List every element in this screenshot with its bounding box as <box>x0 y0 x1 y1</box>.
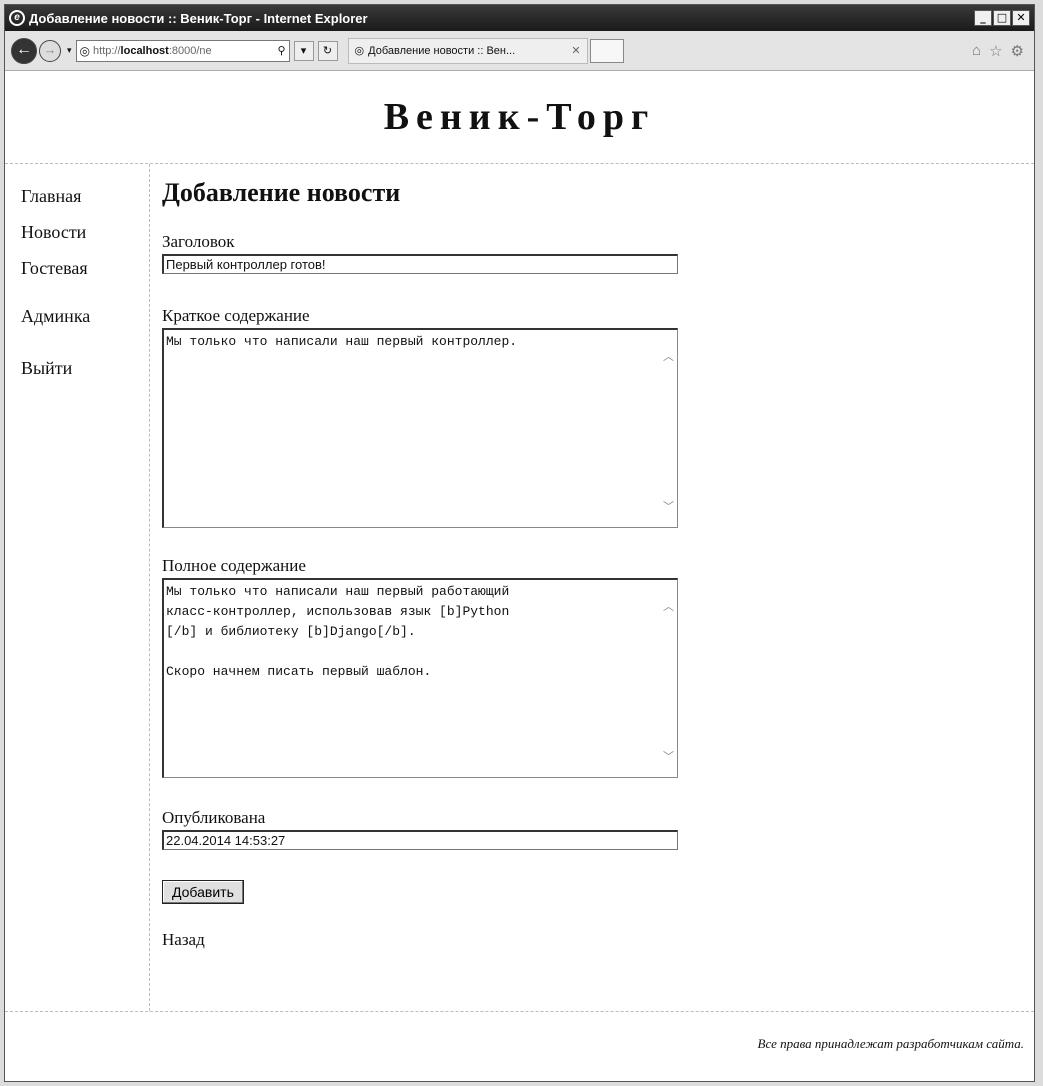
navigation-bar: ← → ▾ ◎ http://localhost:8000/ne ⚲ ▾ ↻ ◎… <box>5 31 1034 71</box>
sidebar-item-guestbook[interactable]: Гостевая <box>21 250 149 286</box>
favorites-icon[interactable]: ☆ <box>989 42 1002 60</box>
title-input[interactable] <box>162 254 678 274</box>
tab-close-icon[interactable]: ✕ <box>571 44 580 57</box>
tab-page-icon: ◎ <box>354 45 365 57</box>
site-footer: Все права принадлежат разработчикам сайт… <box>5 1011 1034 1072</box>
browser-toolbar-right: ⌂ ☆ ⚙ <box>972 42 1024 60</box>
scroll-down-icon[interactable]: ﹀ <box>663 498 674 514</box>
home-icon[interactable]: ⌂ <box>972 42 981 60</box>
scroll-up-icon[interactable]: ︿ <box>663 348 674 364</box>
sidebar-nav: Главная Новости Гостевая Админка Выйти <box>5 164 150 1011</box>
summary-textarea-wrap: Мы только что написали наш первый контро… <box>162 328 678 528</box>
address-bar[interactable]: ◎ http://localhost:8000/ne ⚲ <box>75 39 290 62</box>
content-textarea-wrap: Мы только что написали наш первый работа… <box>162 578 678 778</box>
refresh-button[interactable]: ↻ <box>317 40 338 61</box>
summary-label: Краткое содержание <box>162 306 310 325</box>
content-label: Полное содержание <box>162 556 306 575</box>
window-controls: _ □ ✕ <box>973 10 1030 26</box>
close-button[interactable]: ✕ <box>1012 10 1030 26</box>
title-label: Заголовок <box>162 232 235 251</box>
footer-copyright: Все права принадлежат разработчикам сайт… <box>757 1036 1024 1051</box>
new-tab-button[interactable] <box>589 38 624 63</box>
browser-window: e Добавление новости :: Веник-Торг - Int… <box>4 4 1035 1082</box>
published-input[interactable] <box>162 830 678 850</box>
search-icon[interactable]: ⚲ <box>277 44 285 57</box>
page-title: Добавление новости <box>162 178 401 207</box>
gear-icon[interactable]: ⚙ <box>1011 42 1024 60</box>
tab-active[interactable]: ◎ Добавление новости :: Вен... ✕ <box>347 37 588 64</box>
window-title: Добавление новости :: Веник-Торг - Inter… <box>29 10 368 26</box>
summary-textarea[interactable]: Мы только что написали наш первый контро… <box>162 328 678 528</box>
forward-button[interactable]: → <box>39 39 61 62</box>
submit-row: Добавить <box>162 880 722 904</box>
sidebar-item-admin[interactable]: Админка <box>21 298 149 334</box>
sidebar-item-logout[interactable]: Выйти <box>21 350 149 386</box>
address-url[interactable]: http://localhost:8000/ne <box>93 45 277 57</box>
minimize-button[interactable]: _ <box>974 10 992 26</box>
ie-logo-icon: e <box>9 10 25 26</box>
title-bar: e Добавление новости :: Веник-Торг - Int… <box>5 5 1034 31</box>
add-button[interactable]: Добавить <box>162 880 244 904</box>
published-label: Опубликована <box>162 808 266 827</box>
sidebar-item-news[interactable]: Новости <box>21 214 149 250</box>
content-textarea[interactable]: Мы только что написали наш первый работа… <box>162 578 678 778</box>
page-content: Веник-Торг Главная Новости Гостевая Адми… <box>5 71 1034 1081</box>
back-row: Назад <box>162 930 722 950</box>
maximize-button[interactable]: □ <box>993 10 1011 26</box>
back-button[interactable]: ← <box>11 37 37 64</box>
tab-title: Добавление новости :: Вен... <box>368 44 516 57</box>
site-header: Веник-Торг <box>5 71 1034 164</box>
sidebar-item-home[interactable]: Главная <box>21 178 149 214</box>
main-content: Добавление новости Заголовок Краткое сод… <box>162 164 722 950</box>
scroll-up-icon[interactable]: ︿ <box>663 598 674 614</box>
scroll-down-icon[interactable]: ﹀ <box>663 748 674 764</box>
address-dropdown-button[interactable]: ▾ <box>293 40 314 61</box>
back-link[interactable]: Назад <box>162 930 205 950</box>
site-title: Веник-Торг <box>383 96 656 138</box>
history-dropdown-icon[interactable]: ▾ <box>67 45 72 56</box>
page-icon: ◎ <box>79 43 91 58</box>
